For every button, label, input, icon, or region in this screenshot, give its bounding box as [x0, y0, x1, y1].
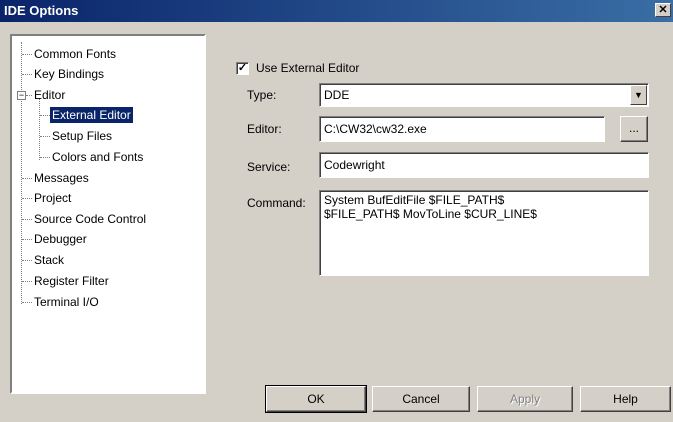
tree-item-label: Editor: [34, 88, 66, 102]
tree-item-label: Messages: [34, 171, 89, 185]
tree-item-colors-and-fonts[interactable]: Colors and Fonts: [12, 149, 202, 166]
tree-item-terminal-io[interactable]: Terminal I/O: [12, 294, 202, 311]
tree-item-project[interactable]: Project: [12, 190, 202, 207]
tree-item-label: Common Fonts: [34, 47, 117, 61]
checkmark-icon: ✓: [237, 62, 248, 74]
tree-connector: [40, 115, 50, 116]
window-title: IDE Options: [4, 3, 79, 18]
use-external-editor-checkbox[interactable]: ✓: [236, 62, 249, 75]
tree-item-source-code-control[interactable]: Source Code Control: [12, 211, 202, 228]
tree-item-common-fonts[interactable]: Common Fonts: [12, 46, 202, 63]
help-button[interactable]: Help: [580, 386, 671, 412]
dropdown-arrow-icon[interactable]: ▼: [630, 85, 647, 105]
tree-item-label: Project: [34, 191, 72, 205]
command-textarea[interactable]: System BufEditFile $FILE_PATH$ $FILE_PAT…: [319, 190, 649, 276]
tree-connector: [22, 54, 32, 55]
editor-label: Editor:: [247, 122, 282, 136]
tree-connector: [22, 302, 32, 303]
tree-item-label: Register Filter: [34, 274, 109, 288]
tree-item-messages[interactable]: Messages: [12, 170, 202, 187]
tree-item-label: Debugger: [34, 232, 87, 246]
tree-connector: [22, 239, 32, 240]
tree-item-debugger[interactable]: Debugger: [12, 231, 202, 248]
close-button[interactable]: ✕: [655, 3, 671, 17]
tree-connector: [22, 178, 32, 179]
tree-connector: [22, 260, 32, 261]
tree-item-label: External Editor: [50, 107, 133, 123]
title-bar: IDE Options ✕: [0, 0, 673, 22]
cancel-button[interactable]: Cancel: [372, 386, 470, 412]
tree-item-setup-files[interactable]: Setup Files: [12, 128, 202, 145]
tree-item-label: Key Bindings: [34, 67, 105, 81]
tree-item-label: Source Code Control: [34, 212, 147, 226]
tree-connector: [22, 74, 32, 75]
tree-item-label: Setup Files: [52, 129, 113, 143]
apply-button: Apply: [477, 386, 573, 412]
close-icon: ✕: [658, 4, 668, 16]
type-select-value: DDE: [324, 88, 350, 102]
browse-button[interactable]: ...: [620, 116, 648, 142]
tree-item-stack[interactable]: Stack: [12, 252, 202, 269]
tree-item-external-editor[interactable]: External Editor: [12, 107, 202, 124]
tree-item-register-filter[interactable]: Register Filter: [12, 273, 202, 290]
tree-item-key-bindings[interactable]: Key Bindings: [12, 66, 202, 83]
ok-button[interactable]: OK: [265, 385, 367, 413]
tree-connector: [22, 198, 32, 199]
tree-item-editor[interactable]: − Editor: [12, 87, 202, 104]
use-external-editor-label: Use External Editor: [256, 61, 360, 75]
tree-connector: [22, 281, 32, 282]
editor-path-input[interactable]: C:\CW32\cw32.exe: [319, 116, 605, 142]
tree-connector: [40, 157, 50, 158]
tree-item-label: Terminal I/O: [34, 295, 99, 309]
tree-connector: [22, 219, 32, 220]
service-label: Service:: [247, 160, 291, 174]
collapse-icon[interactable]: −: [17, 91, 26, 100]
command-label: Command:: [247, 196, 306, 210]
type-select[interactable]: DDE ▼: [319, 83, 649, 107]
tree-item-label: Stack: [34, 253, 65, 267]
type-label: Type:: [247, 88, 277, 102]
tree-connector: [40, 136, 50, 137]
service-input[interactable]: Codewright: [319, 152, 649, 178]
options-tree[interactable]: Common Fonts Key Bindings − Editor Exter…: [10, 34, 206, 394]
tree-item-label: Colors and Fonts: [52, 150, 144, 164]
